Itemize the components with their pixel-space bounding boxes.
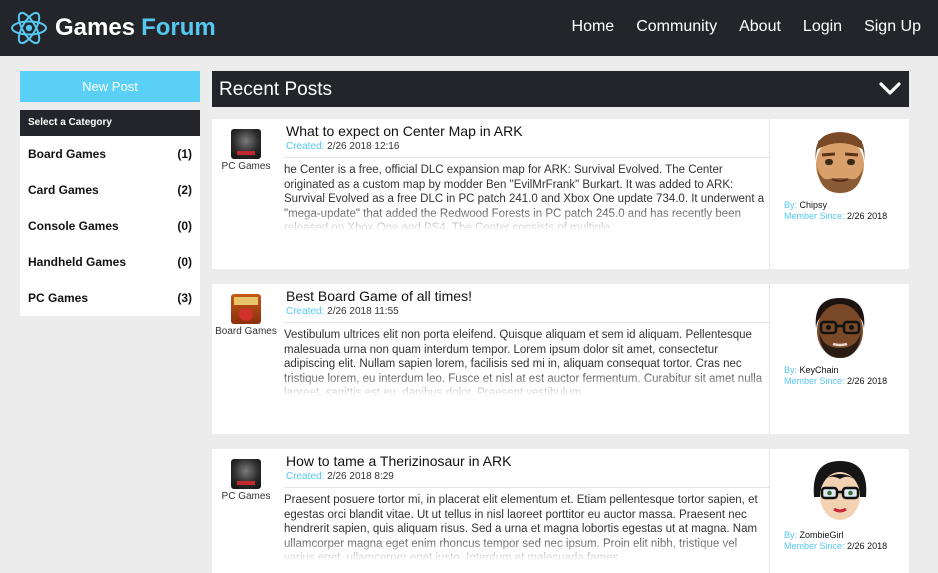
post-excerpt: Vestibulum ultrices elit non porta eleif…: [284, 322, 770, 396]
member-since: Member Since: 2/26 2018: [784, 541, 887, 551]
post-category[interactable]: PC Games: [212, 129, 280, 172]
member-since: Member Since: 2/26 2018: [784, 211, 887, 221]
author-value[interactable]: KeyChain: [800, 365, 839, 375]
category-pc-games[interactable]: PC Games (3): [20, 280, 200, 316]
brand-accent: Forum: [141, 14, 216, 41]
post-title[interactable]: What to expect on Center Map in ARK: [286, 123, 523, 139]
category-handheld-games[interactable]: Handheld Games (0): [20, 244, 200, 280]
recent-posts-title: Recent Posts: [219, 79, 332, 100]
category-list: Board Games (1) Card Games (2) Console G…: [20, 136, 200, 316]
category-count: (2): [177, 183, 192, 197]
created-label: Created:: [286, 141, 325, 152]
by-label: By:: [784, 365, 798, 375]
category-count: (0): [177, 219, 192, 233]
post-category-label: PC Games: [221, 491, 271, 502]
recent-posts-header: Recent Posts: [212, 71, 909, 107]
post-author: By: Chipsy Member Since: 2/26 2018: [769, 119, 909, 269]
post-category[interactable]: Board Games: [212, 294, 280, 337]
category-board-games[interactable]: Board Games (1): [20, 136, 200, 172]
category-count: (0): [177, 255, 192, 269]
category-console-games[interactable]: Console Games (0): [20, 208, 200, 244]
member-since-value: 2/26 2018: [847, 541, 888, 551]
nav-community[interactable]: Community: [636, 18, 717, 36]
nav-signup[interactable]: Sign Up: [864, 18, 921, 36]
post-title[interactable]: Best Board Game of all times!: [286, 288, 472, 304]
by-label: By:: [784, 530, 798, 540]
category-name: Console Games: [28, 219, 119, 233]
created-value: 2/26 2018 12:16: [327, 141, 400, 152]
member-since-label: Member Since:: [784, 376, 845, 386]
category-name: PC Games: [28, 291, 89, 305]
game-thumbnail-icon: [231, 294, 261, 324]
avatar[interactable]: [807, 457, 873, 525]
author-value[interactable]: ZombieGirl: [800, 530, 844, 540]
post-category-label: PC Games: [221, 161, 271, 172]
member-since-label: Member Since:: [784, 211, 845, 221]
site-brand[interactable]: Games Forum: [55, 14, 216, 42]
top-navbar: Games Forum Home Community About Login Si…: [0, 0, 938, 56]
post-created: Created: 2/26 2018 8:29: [286, 471, 394, 482]
main-nav: Home Community About Login Sign Up: [572, 18, 921, 36]
nav-login[interactable]: Login: [803, 18, 842, 36]
post-excerpt: he Center is a free, official DLC expans…: [284, 157, 770, 231]
chevron-down-icon[interactable]: [879, 80, 901, 98]
game-thumbnail-icon: [231, 459, 261, 489]
new-post-button[interactable]: New Post: [20, 71, 200, 102]
nav-home[interactable]: Home: [572, 18, 615, 36]
post-author: By: KeyChain Member Since: 2/26 2018: [769, 284, 909, 434]
created-value: 2/26 2018 11:55: [327, 306, 399, 317]
post-card: Board Games Best Board Game of all times…: [212, 284, 909, 434]
author-name: By: ZombieGirl: [784, 530, 844, 540]
post-created: Created: 2/26 2018 11:55: [286, 306, 399, 317]
member-since-value: 2/26 2018: [847, 211, 888, 221]
avatar[interactable]: [807, 127, 873, 195]
category-count: (3): [177, 291, 192, 305]
post-excerpt: Praesent posuere tortor mi, in placerat …: [284, 487, 770, 561]
created-value: 2/26 2018 8:29: [327, 471, 394, 482]
post-author: By: ZombieGirl Member Since: 2/26 2018: [769, 449, 909, 573]
post-created: Created: 2/26 2018 12:16: [286, 141, 399, 152]
category-name: Card Games: [28, 183, 99, 197]
category-count: (1): [177, 147, 192, 161]
author-name: By: Chipsy: [784, 200, 827, 210]
created-label: Created:: [286, 471, 325, 482]
post-title[interactable]: How to tame a Therizinosaur in ARK: [286, 453, 511, 469]
member-since-label: Member Since:: [784, 541, 845, 551]
category-name: Handheld Games: [28, 255, 127, 269]
by-label: By:: [784, 200, 798, 210]
category-card-games[interactable]: Card Games (2): [20, 172, 200, 208]
author-name: By: KeyChain: [784, 365, 839, 375]
post-card: PC Games How to tame a Therizinosaur in …: [212, 449, 909, 573]
post-category-label: Board Games: [215, 326, 277, 337]
category-name: Board Games: [28, 147, 107, 161]
category-heading: Select a Category: [20, 110, 200, 136]
member-since: Member Since: 2/26 2018: [784, 376, 887, 386]
nav-about[interactable]: About: [739, 18, 781, 36]
game-thumbnail-icon: [231, 129, 261, 159]
member-since-value: 2/26 2018: [847, 376, 888, 386]
post-card: PC Games What to expect on Center Map in…: [212, 119, 909, 269]
atom-logo-icon[interactable]: [10, 10, 48, 46]
avatar[interactable]: [807, 292, 873, 360]
author-value[interactable]: Chipsy: [800, 200, 828, 210]
post-category[interactable]: PC Games: [212, 459, 280, 502]
brand-main: Games: [55, 14, 136, 41]
created-label: Created:: [286, 306, 325, 317]
